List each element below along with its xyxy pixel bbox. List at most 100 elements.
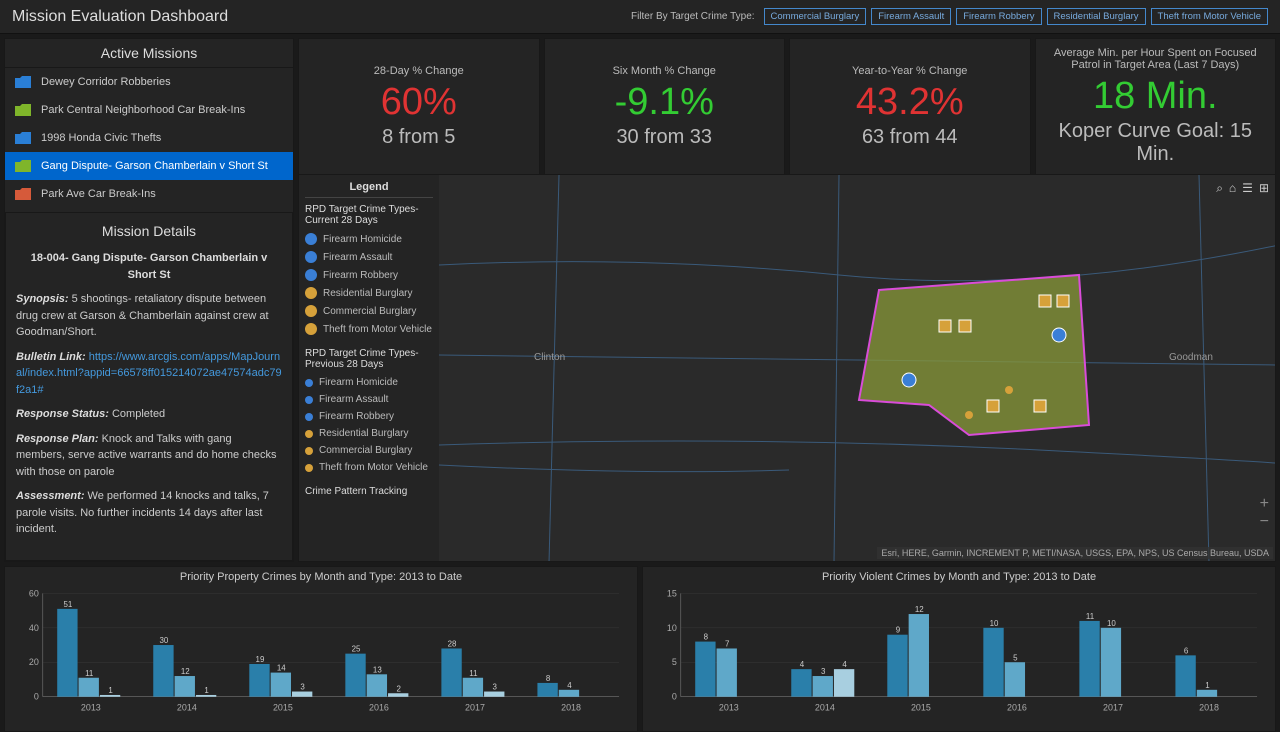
charts-row: Priority Property Crimes by Month and Ty…	[4, 566, 1276, 732]
filter-firearm-robbery[interactable]: Firearm Robbery	[956, 8, 1041, 25]
filter-residential-burglary[interactable]: Residential Burglary	[1047, 8, 1146, 25]
svg-text:14: 14	[277, 664, 286, 673]
legend-item: Residential Burglary	[305, 284, 433, 302]
legend-item: Firearm Robbery	[305, 266, 433, 284]
map-label-clinton: Clinton	[534, 352, 565, 363]
mission-item[interactable]: Dewey Corridor Robberies	[5, 68, 293, 96]
svg-text:1: 1	[204, 686, 209, 695]
legend-label: Firearm Homicide	[319, 377, 398, 388]
details-name: 18-004- Gang Dispute- Garson Chamberlain…	[16, 250, 282, 283]
list-icon[interactable]: ☰	[1242, 181, 1253, 196]
status-text: Completed	[109, 408, 165, 420]
assess-label: Assessment:	[16, 490, 84, 502]
svg-text:4: 4	[800, 660, 805, 669]
legend-dot	[305, 464, 313, 472]
search-icon[interactable]: ⌕	[1216, 181, 1223, 196]
metric-value: -9.1%	[549, 81, 781, 124]
zoom-out[interactable]: −	[1260, 513, 1269, 531]
svg-text:4: 4	[567, 681, 572, 690]
svg-text:2015: 2015	[273, 703, 293, 713]
legend-label: Firearm Assault	[323, 252, 392, 263]
svg-text:2018: 2018	[1199, 703, 1219, 713]
svg-text:1: 1	[108, 686, 113, 695]
svg-text:12: 12	[181, 667, 190, 676]
svg-text:0: 0	[34, 692, 39, 702]
svg-text:28: 28	[448, 639, 457, 648]
zoom-in[interactable]: +	[1260, 495, 1269, 513]
mission-item[interactable]: Park Ave Car Break-Ins	[5, 180, 293, 208]
svg-text:3: 3	[493, 683, 498, 692]
metric-value: 18 Min.	[1040, 75, 1272, 118]
svg-text:10: 10	[990, 619, 999, 628]
svg-text:2017: 2017	[1103, 703, 1123, 713]
svg-text:25: 25	[352, 645, 361, 654]
svg-text:2016: 2016	[1007, 703, 1027, 713]
svg-text:19: 19	[256, 655, 265, 664]
legend-dot	[305, 269, 317, 281]
map-legend: Legend RPD Target Crime Types- Current 2…	[299, 175, 439, 561]
map-canvas[interactable]: Clinton Goodman ⌕ ⌂ ☰ ⊞ + − Esri, HERE, …	[439, 175, 1275, 561]
filter-commercial-burglary[interactable]: Commercial Burglary	[764, 8, 867, 25]
legend-dot	[305, 323, 317, 335]
chart-title: Priority Violent Crimes by Month and Typ…	[651, 571, 1267, 583]
legend-item: Firearm Assault	[305, 391, 433, 408]
legend-item: Theft from Motor Vehicle	[305, 459, 433, 476]
svg-text:1: 1	[1205, 681, 1210, 690]
legend-section-pattern: Crime Pattern Tracking	[305, 486, 433, 497]
legend-title: Legend	[305, 181, 433, 198]
legend-label: Firearm Assault	[319, 394, 388, 405]
legend-label: Theft from Motor Vehicle	[319, 462, 428, 473]
svg-text:40: 40	[29, 623, 39, 633]
header-bar: Mission Evaluation Dashboard Filter By T…	[0, 0, 1280, 34]
metrics-row: 28-Day % Change60%8 from 5Six Month % Ch…	[298, 38, 1276, 170]
legend-dot	[305, 251, 317, 263]
zoom-controls: + −	[1260, 495, 1269, 531]
metric-label: Year-to-Year % Change	[794, 65, 1026, 77]
svg-text:2014: 2014	[815, 703, 835, 713]
status-label: Response Status:	[16, 408, 109, 420]
svg-text:0: 0	[672, 692, 677, 702]
synopsis-label: Synopsis:	[16, 293, 69, 305]
filter-theft-motor-vehicle[interactable]: Theft from Motor Vehicle	[1151, 8, 1268, 25]
legend-dot	[305, 430, 313, 438]
map-label-goodman: Goodman	[1169, 352, 1213, 363]
svg-text:11: 11	[1086, 612, 1095, 621]
mission-item[interactable]: Gang Dispute- Garson Chamberlain v Short…	[5, 152, 293, 180]
mission-item[interactable]: 1998 Honda Civic Thefts	[5, 124, 293, 152]
svg-text:9: 9	[896, 626, 901, 635]
chart-panel: Priority Property Crimes by Month and Ty…	[4, 566, 638, 732]
details-title: Mission Details	[16, 221, 282, 246]
map-svg: Clinton Goodman	[439, 175, 1275, 561]
metric-value: 60%	[303, 81, 535, 124]
chart-panel: Priority Violent Crimes by Month and Typ…	[642, 566, 1276, 732]
svg-text:13: 13	[373, 665, 382, 674]
legend-section-previous: RPD Target Crime Types- Previous 28 Days	[305, 348, 433, 370]
svg-text:12: 12	[915, 605, 924, 614]
home-icon[interactable]: ⌂	[1229, 181, 1236, 196]
metric-value: 43.2%	[794, 81, 1026, 124]
missions-title: Active Missions	[5, 39, 293, 68]
chart-svg: 0204060511113012119143251322811384201320…	[13, 585, 629, 715]
folder-icon	[15, 160, 31, 172]
svg-text:3: 3	[821, 667, 826, 676]
mission-label: Dewey Corridor Robberies	[41, 76, 171, 88]
link-label: Bulletin Link:	[16, 351, 86, 363]
svg-text:8: 8	[546, 674, 551, 683]
mission-label: Park Ave Car Break-Ins	[41, 188, 156, 200]
legend-item: Firearm Homicide	[305, 374, 433, 391]
svg-text:51: 51	[63, 600, 72, 609]
mission-label: 1998 Honda Civic Thefts	[41, 132, 161, 144]
metric-label: Average Min. per Hour Spent on Focused P…	[1040, 47, 1272, 71]
legend-label: Firearm Homicide	[323, 234, 402, 245]
filter-firearm-assault[interactable]: Firearm Assault	[871, 8, 951, 25]
svg-text:11: 11	[85, 669, 94, 678]
svg-text:10: 10	[667, 623, 677, 633]
mission-item[interactable]: Park Central Neighborhood Car Break-Ins	[5, 96, 293, 124]
svg-text:6: 6	[1184, 646, 1189, 655]
legend-label: Firearm Robbery	[323, 270, 398, 281]
grid-icon[interactable]: ⊞	[1259, 181, 1269, 196]
legend-dot	[305, 413, 313, 421]
legend-dot	[305, 447, 313, 455]
svg-text:4: 4	[842, 660, 847, 669]
metric-card: Average Min. per Hour Spent on Focused P…	[1035, 38, 1277, 175]
